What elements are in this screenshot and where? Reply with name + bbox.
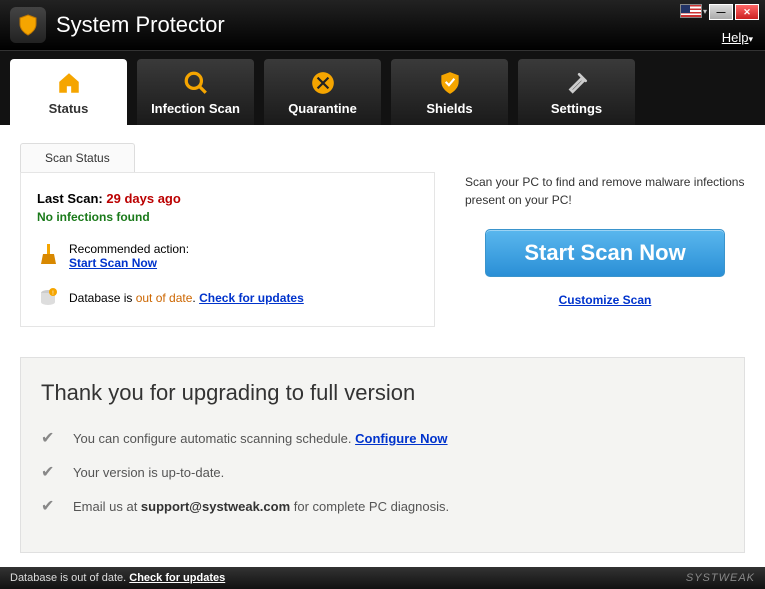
no-infections-text: No infections found xyxy=(37,210,418,224)
app-logo xyxy=(10,7,46,43)
upgrade-row-schedule: ✔ You can configure automatic scanning s… xyxy=(41,428,724,448)
home-icon xyxy=(55,69,83,97)
tab-infection-scan[interactable]: Infection Scan xyxy=(137,59,254,125)
tab-status[interactable]: Status xyxy=(10,59,127,125)
minimize-button[interactable]: — xyxy=(709,4,733,20)
last-scan-row: Last Scan: 29 days ago xyxy=(37,191,418,206)
main-tabs: Status Infection Scan Quarantine Shields… xyxy=(0,50,765,125)
recommended-action-row: Recommended action: Start Scan Now xyxy=(37,242,418,270)
tab-label: Infection Scan xyxy=(151,101,240,116)
upgrade-title: Thank you for upgrading to full version xyxy=(41,380,724,406)
check-icon: ✔ xyxy=(41,496,59,516)
app-title: System Protector xyxy=(56,12,225,38)
tab-label: Status xyxy=(49,101,89,116)
check-icon: ✔ xyxy=(41,462,59,482)
brand-logo: SYSTWEAK xyxy=(686,572,755,584)
scan-action-column: Scan your PC to find and remove malware … xyxy=(465,143,745,327)
database-icon: ! xyxy=(37,288,59,308)
check-icon: ✔ xyxy=(41,428,59,448)
configure-now-link[interactable]: Configure Now xyxy=(355,431,447,446)
check-updates-link[interactable]: Check for updates xyxy=(199,291,304,305)
magnifier-icon xyxy=(182,69,210,97)
upgrade-row-email: ✔ Email us at support@systweak.com for c… xyxy=(41,496,724,516)
close-button[interactable]: ✕ xyxy=(735,4,759,20)
language-selector[interactable]: ▾ xyxy=(680,4,707,18)
help-menu[interactable]: Help xyxy=(722,30,753,45)
statusbar-check-updates-link[interactable]: Check for updates xyxy=(129,572,225,584)
db-status: out of date xyxy=(136,291,193,305)
broom-icon xyxy=(37,242,59,270)
tab-settings[interactable]: Settings xyxy=(518,59,635,125)
customize-scan-link[interactable]: Customize Scan xyxy=(559,293,652,307)
upgrade-row-version: ✔ Your version is up-to-date. xyxy=(41,462,724,482)
database-status-row: ! Database is out of date. Check for upd… xyxy=(37,288,418,308)
recommended-label: Recommended action: xyxy=(69,242,189,256)
tab-quarantine[interactable]: Quarantine xyxy=(264,59,381,125)
scan-status-tab[interactable]: Scan Status xyxy=(20,143,135,172)
shield-icon xyxy=(436,69,464,97)
statusbar: Database is out of date. Check for updat… xyxy=(0,567,765,589)
tools-icon xyxy=(563,69,591,97)
start-scan-button[interactable]: Start Scan Now xyxy=(485,229,725,277)
scan-status-panel: Last Scan: 29 days ago No infections fou… xyxy=(20,172,435,327)
scan-status-column: Scan Status Last Scan: 29 days ago No in… xyxy=(20,143,435,327)
statusbar-text: Database is out of date. xyxy=(10,572,129,584)
last-scan-value: 29 days ago xyxy=(106,191,180,206)
flag-us-icon xyxy=(680,4,702,18)
support-email: support@systweak.com xyxy=(141,499,290,514)
upgrade-panel: Thank you for upgrading to full version … xyxy=(20,357,745,553)
start-scan-link[interactable]: Start Scan Now xyxy=(69,256,157,270)
tab-shields[interactable]: Shields xyxy=(391,59,508,125)
tab-label: Shields xyxy=(426,101,472,116)
db-prefix: Database is xyxy=(69,291,136,305)
last-scan-label: Last Scan: xyxy=(37,191,103,206)
tab-label: Settings xyxy=(551,101,602,116)
scan-description: Scan your PC to find and remove malware … xyxy=(465,173,745,209)
content-area: Scan Status Last Scan: 29 days ago No in… xyxy=(0,125,765,337)
titlebar: System Protector ▾ — ✕ Help xyxy=(0,0,765,50)
tab-label: Quarantine xyxy=(288,101,357,116)
quarantine-icon xyxy=(309,69,337,97)
